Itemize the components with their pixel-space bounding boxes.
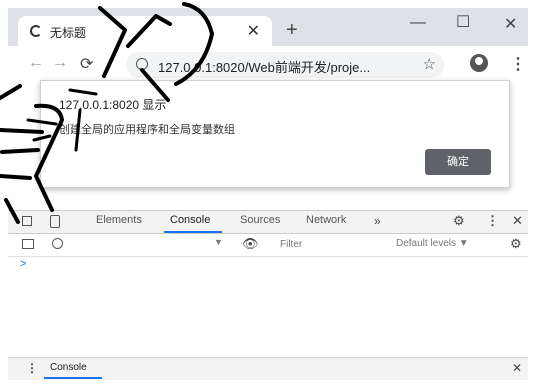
drawer-close-icon[interactable]: ✕ <box>512 361 522 375</box>
log-levels-select[interactable]: Default levels ▼ <box>396 238 469 249</box>
tab-close-icon[interactable]: ✕ <box>247 21 260 41</box>
url-text[interactable]: 127.0.0.1:8020/Web前端开发/proje... <box>158 57 370 76</box>
more-tabs-icon[interactable]: » <box>374 214 381 228</box>
tab-title: 无标题 <box>50 26 87 40</box>
address-bar[interactable]: 127.0.0.1:8020/Web前端开发/proje... ☆ <box>126 52 444 78</box>
devtools-menu-icon[interactable]: ⋮ <box>486 213 499 229</box>
console-prompt[interactable]: > <box>20 258 26 270</box>
chevron-down-icon[interactable]: ▼ <box>214 237 223 247</box>
forward-arrow-icon[interactable]: → <box>52 54 68 72</box>
device-toolbar-icon[interactable] <box>50 215 60 228</box>
console-settings-gear-icon[interactable]: ⚙ <box>510 236 522 252</box>
devtools-close-icon[interactable]: ✕ <box>512 213 523 229</box>
dialog-title: 127.0.0.1:8020 显示 <box>59 98 167 112</box>
reload-icon[interactable]: ⟳ <box>80 54 93 74</box>
menu-icon[interactable]: ⋮ <box>510 54 526 74</box>
inspect-element-icon[interactable] <box>22 216 32 226</box>
drawer-active-indicator <box>44 377 102 379</box>
dialog-message: 创建全局的应用程序和全局变量数组 <box>59 124 235 136</box>
filter-input[interactable] <box>276 236 392 252</box>
drawer-tab-console[interactable]: Console <box>50 362 87 373</box>
tab-elements[interactable]: Elements <box>96 214 142 226</box>
info-icon[interactable] <box>136 58 148 70</box>
live-expression-eye-icon[interactable]: 👁 <box>242 236 259 252</box>
clear-console-icon[interactable] <box>52 238 63 249</box>
window-close-icon[interactable]: ✕ <box>504 14 517 34</box>
back-arrow-icon[interactable]: ← <box>28 54 44 72</box>
context-selector[interactable] <box>78 236 226 252</box>
tab-console[interactable]: Console <box>170 214 210 226</box>
browser-window: 无标题 ✕ + — ☐ ✕ ← → ⟳ 127.0.0.1:8020/Web前端… <box>0 0 536 385</box>
page-favicon-icon <box>30 25 42 37</box>
drawer-menu-icon[interactable]: ⋮ <box>26 361 38 375</box>
minimize-icon[interactable]: — <box>410 14 426 32</box>
new-tab-plus-icon[interactable]: + <box>286 20 298 40</box>
alert-dialog: 127.0.0.1:8020 显示 创建全局的应用程序和全局变量数组 确定 <box>40 80 510 188</box>
tab-network[interactable]: Network <box>306 214 346 226</box>
maximize-icon[interactable]: ☐ <box>456 12 470 32</box>
settings-gear-icon[interactable]: ⚙ <box>453 213 465 229</box>
profile-icon[interactable] <box>470 54 488 72</box>
active-tab-indicator <box>164 231 222 233</box>
console-sidebar-icon[interactable] <box>22 239 34 249</box>
ok-button[interactable]: 确定 <box>425 149 491 175</box>
tab-sources[interactable]: Sources <box>240 214 280 226</box>
browser-tab[interactable]: 无标题 ✕ <box>18 16 272 46</box>
star-icon[interactable]: ☆ <box>423 55 436 73</box>
